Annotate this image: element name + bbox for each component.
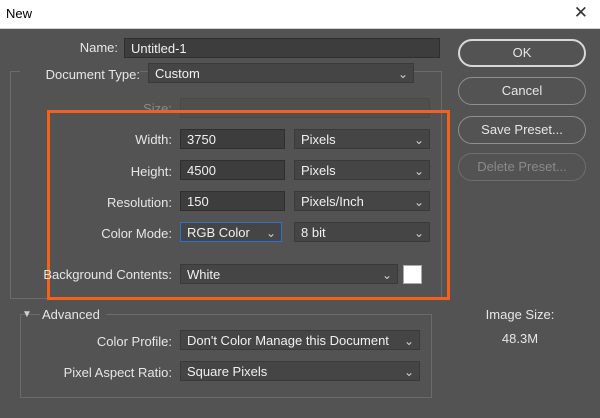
cancel-button[interactable]: Cancel [458, 77, 586, 105]
title-bar: New ✕ [0, 0, 600, 29]
image-size-value: 48.3M [501, 331, 539, 346]
document-type-value: Custom [155, 66, 200, 81]
name-input[interactable]: Untitled-1 [124, 38, 440, 58]
resolution-unit-value: Pixels/Inch [301, 194, 364, 209]
chevron-down-icon: ⌄ [381, 268, 392, 282]
background-contents-label: Background Contents: [43, 267, 172, 282]
height-unit-value: Pixels [301, 163, 336, 178]
chevron-down-icon: ⌄ [413, 195, 424, 209]
chevron-down-icon: ⌄ [403, 334, 414, 348]
width-unit-select[interactable]: Pixels ⌄ [294, 129, 430, 149]
width-label: Width: [135, 132, 172, 147]
window-title: New [6, 6, 33, 21]
color-mode-label: Color Mode: [101, 226, 172, 241]
height-input[interactable]: 4500 [180, 160, 285, 180]
background-contents-select[interactable]: White ⌄ [180, 264, 398, 284]
height-unit-select[interactable]: Pixels ⌄ [294, 160, 430, 180]
triangle-down-icon[interactable]: ▼ [22, 309, 32, 320]
advanced-group-box [20, 314, 432, 398]
color-mode-value: RGB Color [187, 225, 250, 240]
delete-preset-button: Delete Preset... [458, 153, 586, 181]
background-contents-value: White [187, 267, 221, 282]
pixel-aspect-ratio-select[interactable]: Square Pixels ⌄ [180, 361, 420, 381]
height-label: Height: [130, 164, 172, 179]
ok-button[interactable]: OK [458, 39, 586, 67]
resolution-input[interactable]: 150 [180, 191, 285, 211]
name-label: Name: [79, 40, 118, 55]
color-profile-select[interactable]: Don't Color Manage this Document ⌄ [180, 330, 420, 350]
chevron-down-icon: ⌄ [403, 365, 414, 379]
close-icon[interactable]: ✕ [574, 3, 588, 23]
chevron-down-icon: ⌄ [413, 164, 424, 178]
chevron-down-icon: ⌄ [413, 226, 424, 240]
advanced-label[interactable]: Advanced [40, 307, 106, 322]
image-size-label: Image Size: [485, 307, 555, 322]
document-type-select[interactable]: Custom ⌄ [148, 63, 414, 83]
color-mode-select[interactable]: RGB Color ⌄ [180, 222, 282, 242]
background-color-swatch[interactable] [403, 265, 422, 284]
chevron-down-icon: ⌄ [413, 133, 424, 147]
save-preset-button[interactable]: Save Preset... [458, 116, 586, 144]
width-input[interactable]: 3750 [180, 129, 285, 149]
color-profile-label: Color Profile: [96, 334, 172, 349]
bit-depth-select[interactable]: 8 bit ⌄ [294, 222, 430, 242]
chevron-down-icon: ⌄ [397, 67, 408, 81]
width-unit-value: Pixels [301, 132, 336, 147]
resolution-unit-select[interactable]: Pixels/Inch ⌄ [294, 191, 430, 211]
bit-depth-value: 8 bit [301, 225, 326, 240]
resolution-label: Resolution: [106, 195, 172, 210]
chevron-down-icon: ⌄ [265, 226, 276, 240]
document-type-label: Document Type: [20, 67, 140, 82]
pixel-aspect-ratio-label: Pixel Aspect Ratio: [63, 365, 172, 380]
color-profile-value: Don't Color Manage this Document [187, 333, 389, 348]
pixel-aspect-ratio-value: Square Pixels [187, 364, 268, 379]
